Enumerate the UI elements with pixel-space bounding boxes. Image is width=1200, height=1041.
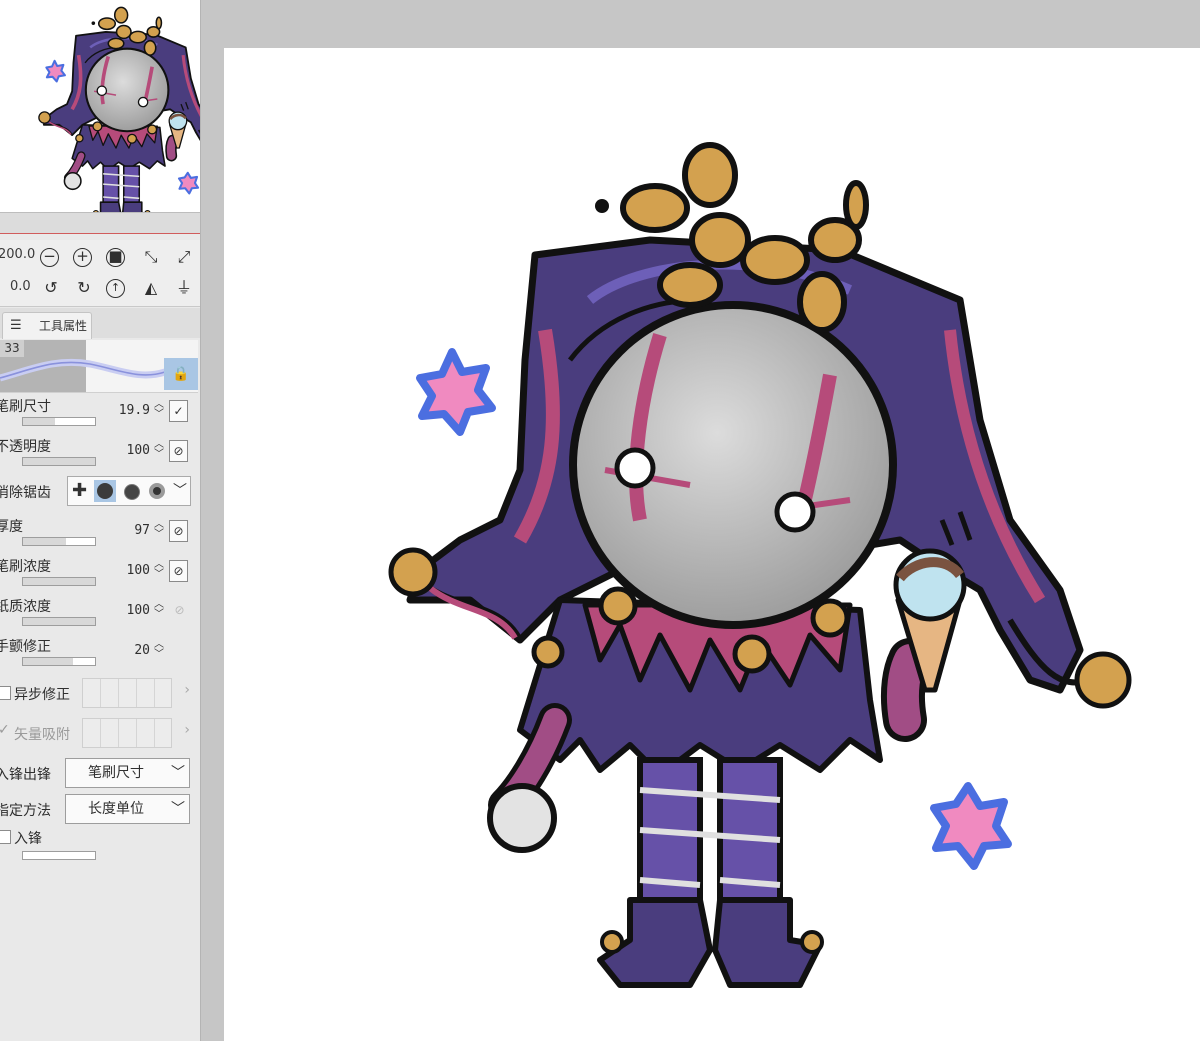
chevron-down-icon: ﹀	[171, 801, 185, 817]
property-paper-density: 纸质浓度 100 ︿ ﹀ ⊘	[0, 592, 198, 632]
paper-density-label: 纸质浓度	[0, 599, 51, 615]
async-correction-segments	[82, 678, 172, 708]
aa-strong-option[interactable]	[146, 480, 168, 502]
anti-aliasing-label: 消除锯齿	[0, 485, 51, 501]
navigator-thumbnail[interactable]	[0, 0, 200, 213]
check-icon: ✓	[0, 722, 10, 738]
fit-window-icon[interactable]: ⤢	[173, 246, 195, 268]
entry-checkbox[interactable]	[0, 830, 11, 844]
stabilization-value[interactable]: 20	[134, 643, 150, 658]
stroke-in-out-value: 笔刷尺寸	[88, 765, 144, 781]
flip-horizontal-icon[interactable]: ◭	[140, 277, 162, 299]
stabilization-slider[interactable]	[22, 657, 96, 666]
rotation-value[interactable]: 0.0	[10, 279, 31, 294]
navigator-divider	[0, 213, 200, 234]
brush-size-spinner[interactable]: ︿ ﹀	[153, 400, 165, 420]
vector-snap-row: ✓ 矢量吸附 ›	[0, 718, 198, 748]
vector-snap-segments	[82, 718, 172, 748]
sliders-icon: ☰	[10, 318, 22, 333]
opacity-label: 不透明度	[0, 439, 51, 455]
thickness-spinner[interactable]: ︿ ﹀	[153, 520, 165, 540]
fit-navigator-icon[interactable]: ⤡	[140, 246, 162, 268]
opacity-spinner[interactable]: ︿ ﹀	[153, 440, 165, 460]
entry-label: 入锋	[14, 831, 42, 847]
thickness-pressure-icon[interactable]: ⊘	[169, 520, 188, 542]
brush-stroke-preview: 33 🔒	[0, 340, 198, 393]
brush-density-slider[interactable]	[22, 577, 96, 586]
navigator-controls: 200.0 − + ■ ⤡ ⤢ 0.0 ↺ ↻ ↑ ◭ ⏚	[0, 240, 200, 307]
paper-density-value[interactable]: 100	[127, 603, 150, 618]
property-brush-size: 笔刷尺寸 19.9 ︿ ﹀ ✓	[0, 392, 198, 432]
specify-method-value: 长度单位	[88, 801, 144, 817]
paper-density-spinner[interactable]: ︿ ﹀	[153, 600, 165, 620]
opacity-pressure-icon[interactable]: ⊘	[169, 440, 188, 462]
zoom-in-icon[interactable]: +	[73, 248, 92, 267]
rotate-right-icon[interactable]: ↻	[73, 277, 95, 299]
density-pressure-icon[interactable]: ⊘	[169, 560, 188, 582]
async-correction-row: 异步修正 ›	[0, 678, 198, 708]
property-stabilization: 手颤修正 20 ︿ ﹀	[0, 632, 198, 672]
vector-snap-label: 矢量吸附	[14, 727, 70, 743]
reset-rotation-icon[interactable]: ↑	[106, 279, 125, 298]
lock-icon[interactable]: 🔒	[164, 358, 198, 390]
tool-property-tab-bar: ☰ 工具属性	[0, 308, 200, 339]
zoom-value[interactable]: 200.0	[0, 247, 35, 262]
async-correction-label: 异步修正	[14, 687, 70, 703]
brush-density-spinner[interactable]: ︿ ﹀	[153, 560, 165, 580]
entry-slider[interactable]	[22, 851, 96, 860]
fit-stop-icon[interactable]: ■	[106, 248, 125, 267]
zoom-out-icon[interactable]: −	[40, 248, 59, 267]
preview-size-label: 33	[0, 340, 24, 357]
chevron-down-icon: ﹀	[171, 765, 185, 781]
brush-density-label: 笔刷浓度	[0, 559, 51, 575]
tab-tool-property-label: 工具属性	[39, 319, 88, 333]
async-correction-checkbox[interactable]	[0, 686, 11, 700]
jester-character-artwork	[224, 48, 1200, 1041]
pressure-toggle-icon[interactable]: ✓	[169, 400, 188, 422]
aa-medium-option[interactable]	[120, 480, 142, 502]
thickness-value[interactable]: 97	[134, 523, 150, 538]
thickness-label: 厚度	[0, 519, 23, 535]
left-panel: 200.0 − + ■ ⤡ ⤢ 0.0 ↺ ↻ ↑ ◭ ⏚ ☰ 工具属性 33 …	[0, 0, 201, 1041]
opacity-slider[interactable]	[22, 457, 96, 466]
chevron-right-icon: ›	[184, 722, 190, 738]
navigator-preview-image	[0, 0, 200, 212]
property-thickness: 厚度 97 ︿ ﹀ ⊘	[0, 512, 198, 552]
specify-method-select[interactable]: 长度单位 ﹀	[65, 794, 190, 824]
brush-size-label: 笔刷尺寸	[0, 399, 51, 415]
aa-none-option[interactable]: ✚	[70, 480, 92, 502]
paper-density-slider[interactable]	[22, 617, 96, 626]
opacity-value[interactable]: 100	[127, 443, 150, 458]
chevron-right-icon: ›	[184, 682, 190, 698]
specify-method-label: 指定方法	[0, 803, 51, 819]
rotate-left-icon[interactable]: ↺	[40, 277, 62, 299]
flip-vertical-icon[interactable]: ⏚	[173, 277, 195, 299]
stabilization-label: 手颤修正	[0, 639, 51, 655]
anti-aliasing-options: ✚ ﹀	[67, 476, 191, 506]
thickness-slider[interactable]	[22, 537, 96, 546]
paper-density-disabled-icon: ⊘	[174, 603, 185, 617]
brush-size-slider[interactable]	[22, 417, 96, 426]
stabilization-spinner[interactable]: ︿ ﹀	[153, 640, 165, 660]
stroke-in-out-label: 入锋出锋	[0, 767, 51, 783]
brush-density-value[interactable]: 100	[127, 563, 150, 578]
drawing-canvas[interactable]	[224, 48, 1200, 1041]
stroke-in-out-select[interactable]: 笔刷尺寸 ﹀	[65, 758, 190, 788]
entry-row: 入锋	[0, 823, 198, 860]
tab-tool-property[interactable]: ☰ 工具属性	[2, 312, 92, 339]
aa-weak-option[interactable]	[94, 480, 116, 502]
brush-size-value[interactable]: 19.9	[119, 403, 150, 418]
character-drawing	[391, 145, 1129, 985]
chevron-down-icon[interactable]: ﹀	[173, 480, 187, 500]
property-opacity: 不透明度 100 ︿ ﹀ ⊘	[0, 432, 198, 472]
property-brush-density: 笔刷浓度 100 ︿ ﹀ ⊘	[0, 552, 198, 592]
